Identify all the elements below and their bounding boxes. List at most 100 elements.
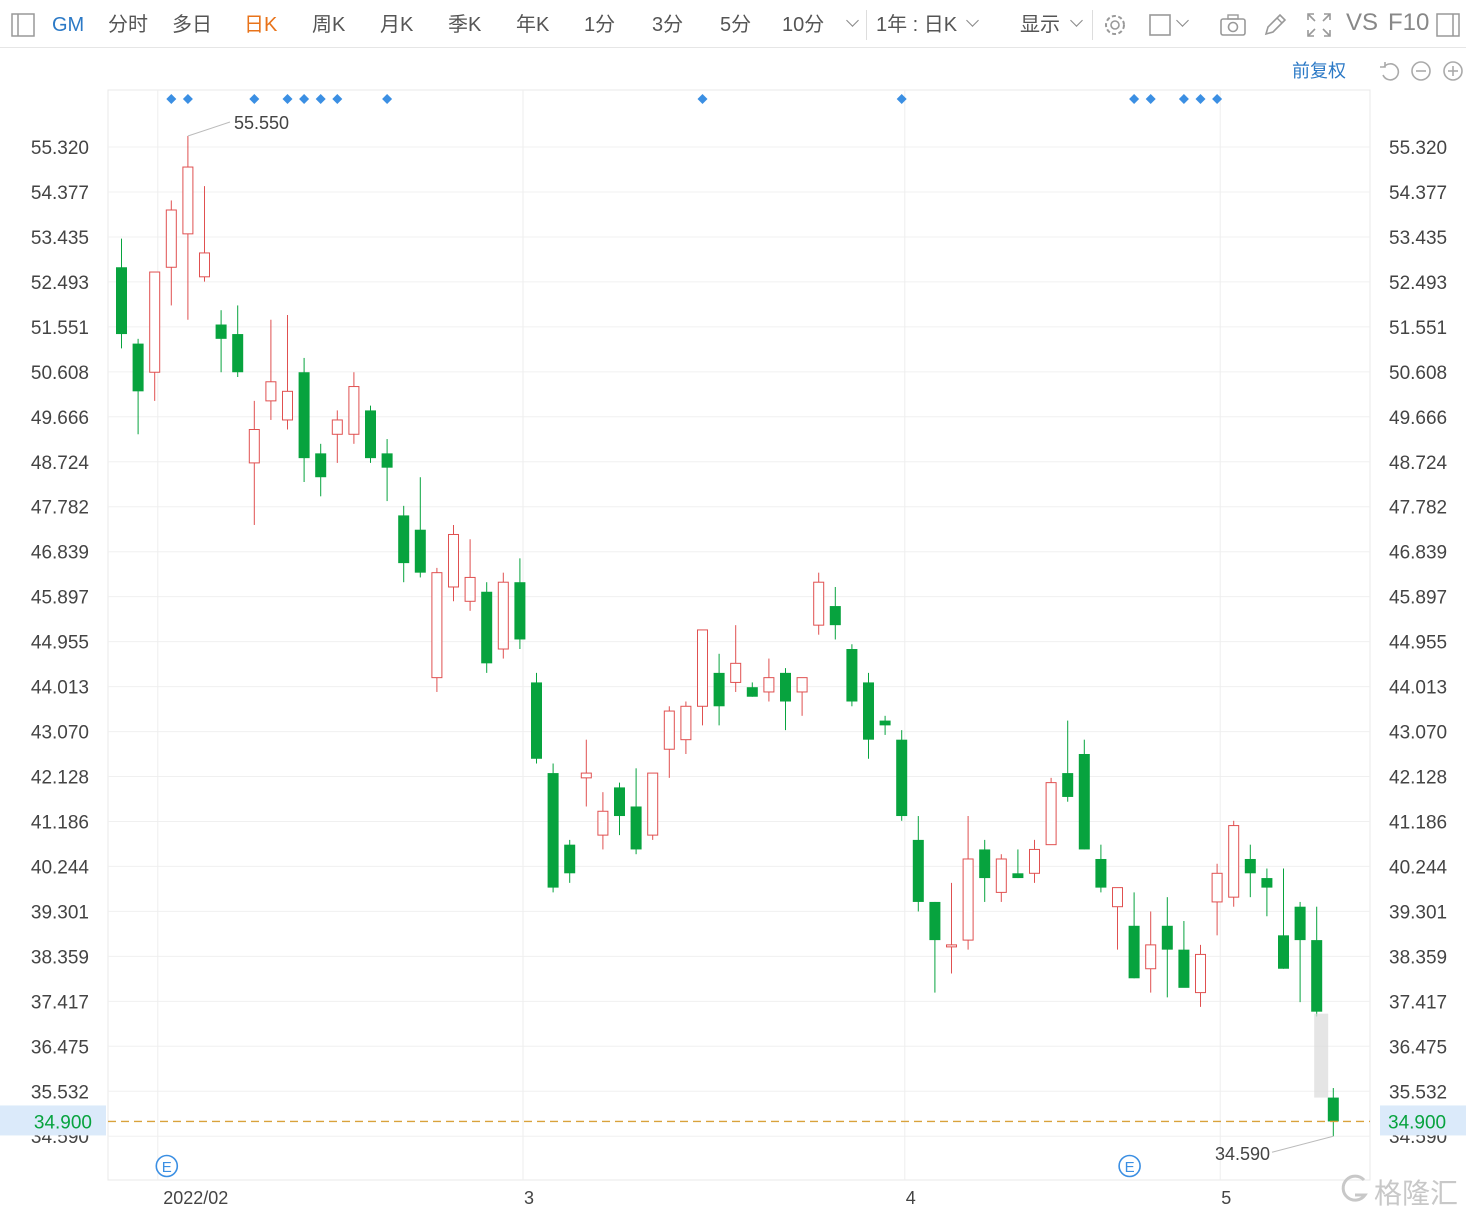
candle-body-up xyxy=(165,209,177,268)
price-tick-label-right: 54.377 xyxy=(1389,183,1447,204)
candle-body-up xyxy=(497,581,509,650)
candle-body-up xyxy=(663,710,675,750)
period-tab-yearly[interactable]: 年K xyxy=(516,12,549,38)
price-tick-label-left: 44.955 xyxy=(31,633,89,654)
candle-body-up xyxy=(182,166,194,235)
gear-icon[interactable] xyxy=(1100,10,1130,40)
candle-body-down xyxy=(514,582,526,640)
candle-body-down xyxy=(879,720,891,726)
price-tick-label-left: 35.532 xyxy=(31,1082,89,1103)
candle-body-up xyxy=(1195,953,1206,994)
candle-body-down xyxy=(746,687,758,697)
period-tab-10min[interactable]: 10分 xyxy=(782,12,824,38)
sidebar-toggle-icon[interactable] xyxy=(8,10,38,40)
price-tick-label-left: 53.435 xyxy=(31,228,89,249)
candle-body-down xyxy=(315,453,327,478)
price-tick-label-left: 49.666 xyxy=(31,408,89,429)
price-tick-label-left: 50.608 xyxy=(31,363,89,384)
candle-body-down xyxy=(912,839,924,902)
price-tick-label-right: 55.320 xyxy=(1389,138,1447,159)
plot-frame xyxy=(107,89,1371,1181)
display-menu[interactable]: 显示 xyxy=(1020,12,1060,38)
period-tab-fenshi[interactable]: 分时 xyxy=(108,12,148,38)
candle-body-up xyxy=(431,572,443,679)
earnings-event-label: E xyxy=(162,1159,172,1176)
layout-square-icon[interactable] xyxy=(1146,10,1176,40)
event-marker-diamond xyxy=(382,94,393,104)
price-tick-label-right: 52.493 xyxy=(1389,273,1447,294)
candle-body-up xyxy=(1228,825,1240,898)
candle-body-up xyxy=(331,419,343,435)
candle-body-down xyxy=(1294,906,1306,941)
candle-body-up xyxy=(962,858,974,941)
price-tick-label-left: 54.377 xyxy=(31,183,89,204)
period-tab-monthly[interactable]: 月K xyxy=(380,12,413,38)
date-tick-label: 5 xyxy=(1221,1188,1231,1208)
candle-body-down xyxy=(780,672,791,702)
candle-body-down xyxy=(1095,858,1107,888)
watermark-logo: 格隆汇 xyxy=(1338,1170,1462,1209)
price-tick-label-right: 44.013 xyxy=(1389,678,1447,699)
symbol-label[interactable]: GM xyxy=(52,12,84,38)
watermark-text: 格隆汇 xyxy=(1374,1178,1459,1209)
candle-body-down xyxy=(979,849,991,879)
candle-body-down xyxy=(614,787,625,817)
period-tab-1min[interactable]: 1分 xyxy=(584,12,615,38)
candle-body-down xyxy=(381,453,393,468)
event-marker-diamond xyxy=(249,94,260,104)
period-tab-multiday[interactable]: 多日 xyxy=(172,12,212,38)
display-chevron-icon[interactable] xyxy=(1070,14,1083,27)
candle-body-up xyxy=(813,581,825,626)
price-tick-label-left: 47.782 xyxy=(31,498,89,519)
date-tick-label: 3 xyxy=(524,1188,534,1208)
vs-compare-button[interactable]: VS xyxy=(1346,10,1378,36)
candle-body-up xyxy=(680,705,692,741)
period-more-chevron-icon[interactable] xyxy=(846,14,859,27)
price-tick-label-right: 39.301 xyxy=(1389,902,1447,923)
candle-body-up xyxy=(1145,944,1157,970)
event-marker-diamond xyxy=(182,94,193,104)
candle-body-down xyxy=(1327,1097,1339,1122)
fullscreen-icon[interactable] xyxy=(1304,10,1334,40)
candle-body-up xyxy=(946,944,957,948)
period-tab-daily[interactable]: 日K xyxy=(244,12,277,38)
camera-icon[interactable] xyxy=(1218,10,1248,40)
side-panel-icon[interactable] xyxy=(1434,10,1464,40)
price-tick-label-right: 48.724 xyxy=(1389,453,1448,474)
price-tick-label-right: 50.608 xyxy=(1389,363,1447,384)
candle-body-down xyxy=(1062,773,1074,797)
price-tick-label-right: 46.839 xyxy=(1389,543,1447,564)
price-tick-label-left: 48.724 xyxy=(31,453,90,474)
toolbar-divider xyxy=(1092,10,1093,40)
pencil-icon[interactable] xyxy=(1260,10,1290,40)
period-tab-5min[interactable]: 5分 xyxy=(720,12,751,38)
toolbar-divider xyxy=(866,10,867,40)
period-tab-weekly[interactable]: 周K xyxy=(312,12,345,38)
candle-body-down xyxy=(232,334,244,373)
range-chevron-icon[interactable] xyxy=(966,14,979,27)
price-tick-label-left: 55.320 xyxy=(31,138,89,159)
price-tick-label-right: 47.782 xyxy=(1389,498,1447,519)
range-selector[interactable]: 1年 : 日K xyxy=(876,12,957,38)
price-tick-label-left: 36.475 xyxy=(31,1037,89,1058)
price-tick-label-right: 43.070 xyxy=(1389,723,1447,744)
period-tab-3min[interactable]: 3分 xyxy=(652,12,683,38)
candle-body-down xyxy=(896,739,908,817)
last-price-label-right: 34.900 xyxy=(1388,1112,1446,1133)
earnings-event-label: E xyxy=(1125,1159,1135,1176)
candlestick-chart[interactable]: 55.320 55.320 54.377 54.377 53.435 53.435 52.4… xyxy=(0,48,1466,1213)
layout-chevron-icon[interactable] xyxy=(1176,14,1189,27)
price-tick-label-left: 39.301 xyxy=(31,902,89,923)
candle-body-up xyxy=(265,381,277,402)
candle-body-up xyxy=(1112,887,1123,908)
period-tab-quarterly[interactable]: 季K xyxy=(448,12,481,38)
f10-button[interactable]: F10 xyxy=(1388,10,1429,36)
candle-body-down xyxy=(713,672,725,707)
price-tick-label-left: 43.070 xyxy=(31,723,89,744)
price-tick-label-left: 45.897 xyxy=(31,588,89,609)
event-marker-diamond xyxy=(299,94,310,104)
candle-body-up xyxy=(1211,872,1223,903)
event-marker-diamond xyxy=(315,94,326,104)
candle-body-down xyxy=(1078,753,1090,850)
high-annotation-label: 55.550 xyxy=(234,113,289,133)
